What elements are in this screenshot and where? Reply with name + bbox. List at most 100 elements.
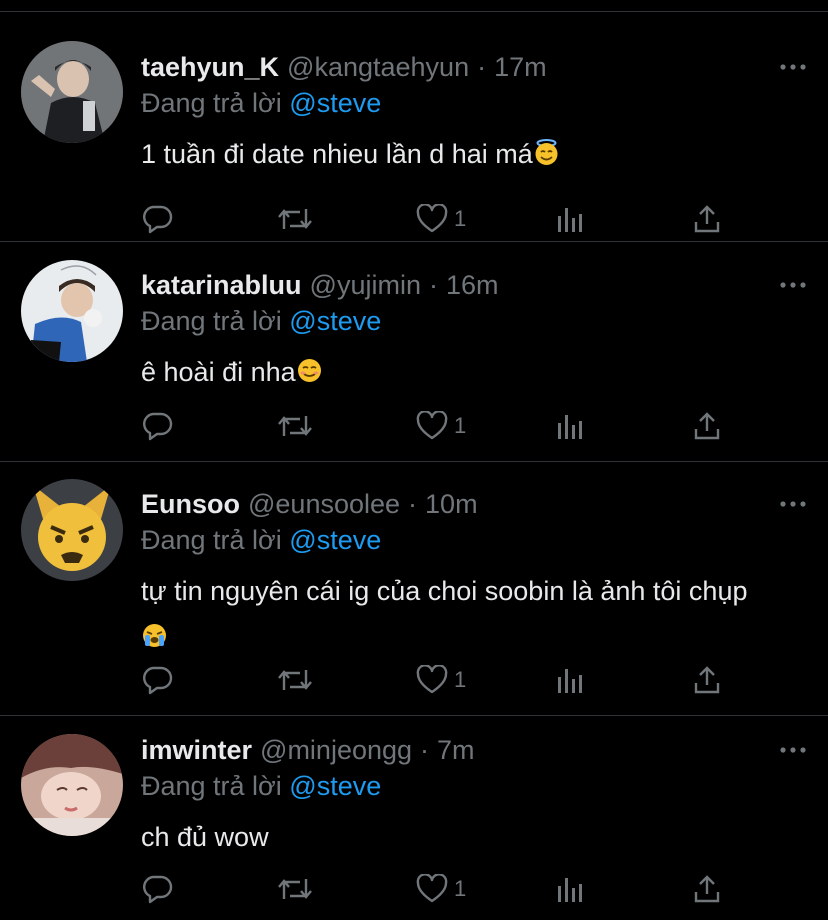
- replying-to-label: Đang trả lời: [141, 88, 282, 118]
- smiling-face-icon: [296, 352, 323, 398]
- retweet-icon: [278, 209, 312, 229]
- retweet-button[interactable]: [276, 411, 314, 441]
- reply-icon: [143, 412, 173, 441]
- smiling-face-with-halo-icon: [533, 134, 560, 180]
- share-icon: [694, 205, 720, 233]
- reply-button[interactable]: [141, 874, 173, 904]
- analytics-icon: [558, 878, 582, 902]
- tweet-text: ch đủ wow: [141, 814, 808, 860]
- replying-to-label: Đang trả lời: [141, 525, 282, 555]
- heart-icon: [416, 411, 448, 440]
- analytics-icon: [558, 669, 582, 693]
- share-button[interactable]: [692, 411, 722, 441]
- reply-tweet[interactable]: katarinabluu @yujimin · 16m Đang trả lời…: [0, 242, 828, 462]
- separator-dot: ·: [477, 52, 487, 82]
- reply-button[interactable]: [141, 665, 173, 695]
- tweet-header: taehyun_K @kangtaehyun · 17m: [141, 49, 808, 85]
- user-handle[interactable]: @minjeongg: [260, 732, 412, 768]
- avatar[interactable]: [21, 734, 123, 836]
- more-options-icon[interactable]: [778, 732, 808, 768]
- user-handle[interactable]: @eunsoolee: [248, 486, 400, 522]
- reply-button[interactable]: [141, 204, 173, 234]
- display-name[interactable]: imwinter: [141, 732, 252, 768]
- replying-to: Đang trả lời @steve: [141, 522, 808, 558]
- replying-to-mention[interactable]: @steve: [289, 306, 381, 336]
- heart-icon: [416, 874, 448, 903]
- retweet-icon: [278, 416, 312, 436]
- replying-to-label: Đang trả lời: [141, 771, 282, 801]
- like-button[interactable]: 1: [416, 204, 466, 234]
- reply-tweet[interactable]: Eunsoo @eunsoolee · 10m Đang trả lời @st…: [0, 462, 828, 716]
- analytics-button[interactable]: [555, 204, 585, 234]
- tweet-header: imwinter @minjeongg · 7m: [141, 732, 808, 768]
- user-handle[interactable]: @kangtaehyun: [287, 49, 469, 85]
- reply-tweet[interactable]: imwinter @minjeongg · 7m Đang trả lời @s…: [0, 716, 828, 918]
- like-button[interactable]: 1: [416, 411, 466, 441]
- tweet-text: 1 tuần đi date nhieu lần d hai má: [141, 131, 808, 180]
- replying-to: Đang trả lời @steve: [141, 768, 808, 804]
- tweet-text-body: ch đủ wow: [141, 822, 269, 852]
- replying-to-label: Đang trả lời: [141, 306, 282, 336]
- display-name[interactable]: Eunsoo: [141, 486, 240, 522]
- like-count: 1: [454, 667, 467, 692]
- separator-dot: ·: [408, 489, 418, 519]
- tweet-text-body: ê hoài đi nha: [141, 357, 296, 387]
- replying-to-mention[interactable]: @steve: [289, 525, 381, 555]
- reply-icon: [143, 666, 173, 695]
- analytics-button[interactable]: [555, 874, 585, 904]
- heart-icon: [416, 204, 448, 233]
- replying-to: Đang trả lời @steve: [141, 303, 808, 339]
- like-count: 1: [454, 413, 467, 438]
- retweet-icon: [278, 879, 312, 899]
- tweet-text: ê hoài đi nha: [141, 349, 808, 398]
- display-name[interactable]: taehyun_K: [141, 49, 279, 85]
- timestamp[interactable]: 16m: [446, 267, 499, 303]
- analytics-button[interactable]: [555, 411, 585, 441]
- avatar[interactable]: [21, 41, 123, 143]
- more-options-icon[interactable]: [778, 267, 808, 303]
- retweet-button[interactable]: [276, 665, 314, 695]
- timestamp[interactable]: 7m: [437, 732, 475, 768]
- share-icon: [694, 875, 720, 903]
- avatar[interactable]: [21, 260, 123, 362]
- like-count: 1: [454, 206, 467, 231]
- analytics-icon: [558, 415, 582, 439]
- replying-to-mention[interactable]: @steve: [289, 771, 381, 801]
- tweet-header: Eunsoo @eunsoolee · 10m: [141, 486, 808, 522]
- tweet-text-body: 1 tuần đi date nhieu lần d hai má: [141, 139, 533, 169]
- analytics-button[interactable]: [555, 665, 585, 695]
- avatar[interactable]: [21, 479, 123, 581]
- share-button[interactable]: [692, 665, 722, 695]
- separator-dot: ·: [420, 735, 430, 765]
- reply-icon: [143, 205, 173, 234]
- display-name[interactable]: katarinabluu: [141, 267, 302, 303]
- separator-dot: ·: [428, 270, 438, 300]
- heart-icon: [416, 665, 448, 694]
- like-button[interactable]: 1: [416, 665, 466, 695]
- retweet-icon: [278, 670, 312, 690]
- reply-icon: [143, 875, 173, 904]
- loudly-crying-face-icon: [141, 617, 168, 663]
- user-handle[interactable]: @yujimin: [310, 267, 421, 303]
- share-icon: [694, 412, 720, 440]
- timestamp[interactable]: 10m: [425, 486, 478, 522]
- more-options-icon[interactable]: [778, 486, 808, 522]
- top-divider: [0, 0, 828, 12]
- tweet-text: tự tin nguyên cái ig của choi soobin là …: [141, 568, 761, 663]
- analytics-icon: [558, 208, 582, 232]
- more-options-icon[interactable]: [778, 49, 808, 85]
- like-count: 1: [454, 876, 467, 901]
- tweet-header: katarinabluu @yujimin · 16m: [141, 267, 808, 303]
- share-icon: [694, 666, 720, 694]
- reply-tweet[interactable]: taehyun_K @kangtaehyun · 17m Đang trả lờ…: [0, 12, 828, 242]
- tweet-text-body: tự tin nguyên cái ig của choi soobin là …: [141, 576, 748, 606]
- like-button[interactable]: 1: [416, 874, 466, 904]
- reply-button[interactable]: [141, 411, 173, 441]
- retweet-button[interactable]: [276, 204, 314, 234]
- replying-to-mention[interactable]: @steve: [289, 88, 381, 118]
- replying-to: Đang trả lời @steve: [141, 85, 808, 121]
- share-button[interactable]: [692, 204, 722, 234]
- retweet-button[interactable]: [276, 874, 314, 904]
- share-button[interactable]: [692, 874, 722, 904]
- timestamp[interactable]: 17m: [494, 49, 547, 85]
